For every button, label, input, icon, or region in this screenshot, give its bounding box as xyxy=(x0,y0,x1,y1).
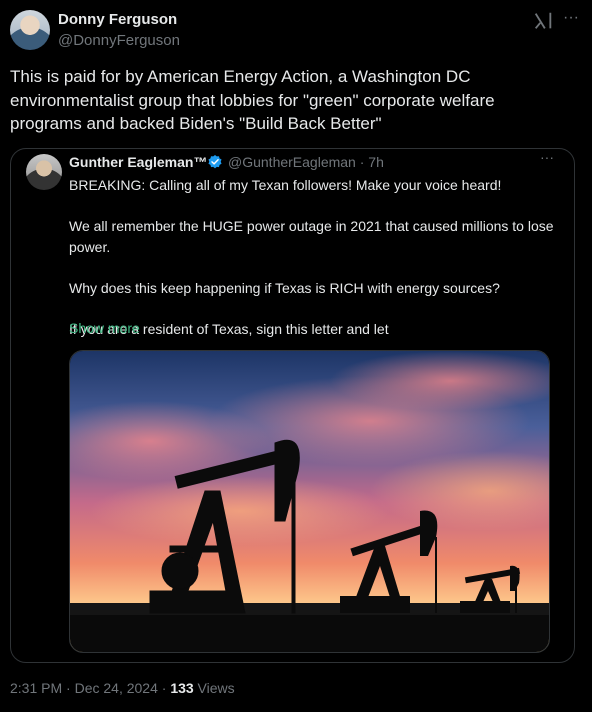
quoted-paragraph: If you are a resident of Texas, sign thi… xyxy=(69,320,389,337)
oil-pumpjacks-sunset-image xyxy=(70,351,549,652)
quoted-author-handle[interactable]: @GuntherEagleman · 7h xyxy=(228,154,384,170)
quoted-tweet-text: BREAKING: Calling all of my Texan follow… xyxy=(69,175,564,339)
author-name[interactable]: Donny Ferguson xyxy=(58,11,177,28)
more-icon[interactable]: ··· xyxy=(560,10,582,32)
grok-icon[interactable] xyxy=(532,10,554,32)
quoted-author-avatar[interactable] xyxy=(26,154,62,190)
verified-badge-icon xyxy=(208,155,222,169)
tweet-text: This is paid for by American Energy Acti… xyxy=(10,67,495,133)
quoted-tweet-image[interactable] xyxy=(69,350,550,653)
author-handle[interactable]: @DonnyFerguson xyxy=(58,32,180,49)
timestamp[interactable]: 2:31 PM · Dec 24, 2024 · xyxy=(10,680,170,696)
tweet-footer: 2:31 PM · Dec 24, 2024 · 133 Views xyxy=(10,680,235,696)
quoted-author-name[interactable]: Gunther Eagleman™ xyxy=(69,154,207,170)
quoted-tweet[interactable]: Gunther Eagleman™ @GuntherEagleman · 7h … xyxy=(10,148,575,663)
quoted-paragraph: We all remember the HUGE power outage in… xyxy=(69,218,554,255)
tweet-header: Donny Ferguson @DonnyFerguson ··· xyxy=(10,10,582,52)
show-more-link[interactable]: Show more xyxy=(69,320,140,336)
quoted-paragraph: Why does this keep happening if Texas is… xyxy=(69,279,500,296)
quoted-more-icon[interactable]: ··· xyxy=(540,149,554,165)
views-label: Views xyxy=(193,680,235,696)
author-avatar[interactable] xyxy=(10,10,50,50)
views-count: 133 xyxy=(170,680,194,696)
quoted-paragraph: BREAKING: Calling all of my Texan follow… xyxy=(69,177,502,193)
